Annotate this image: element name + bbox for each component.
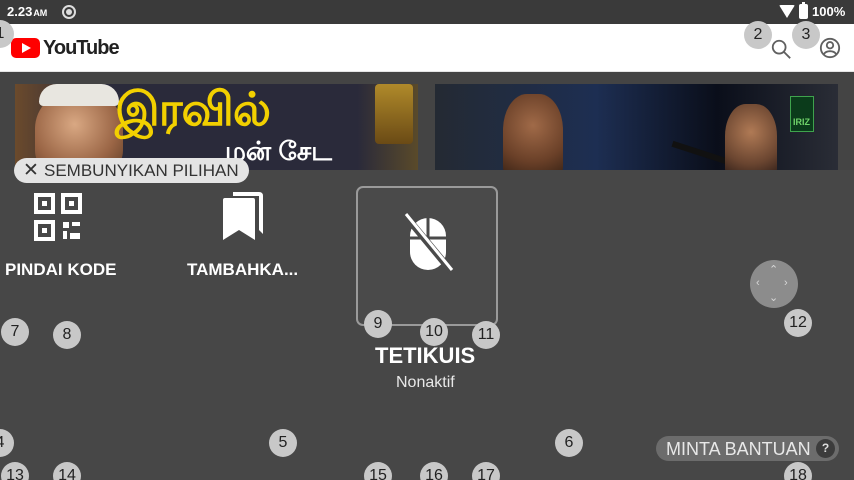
add-bookmark-label[interactable]: TAMBAHKA... — [187, 260, 298, 280]
mouse-off-icon — [402, 212, 454, 274]
close-icon: ✕ — [23, 160, 39, 181]
marker[interactable]: 11 — [472, 321, 500, 349]
marker[interactable]: 7 — [1, 318, 29, 346]
arrow-left-icon: ‹ — [756, 277, 760, 289]
video-thumbnail[interactable]: IRIZ — [435, 84, 838, 170]
marker[interactable]: 10 — [420, 318, 448, 346]
mouse-title: TETIKUIS — [375, 343, 476, 368]
arrow-right-icon: › — [784, 277, 788, 289]
marker[interactable]: 2 — [744, 21, 772, 49]
thumbnail-microphone — [671, 140, 731, 166]
marker[interactable]: 12 — [784, 309, 812, 337]
hide-options-button[interactable]: ✕ SEMBUNYIKAN PILIHAN — [14, 158, 249, 183]
battery-percent: 100% — [812, 4, 846, 19]
status-ampm: AM — [33, 8, 48, 18]
app-bar: YouTube — [0, 24, 854, 72]
arrow-up-icon: ⌃ — [769, 264, 779, 276]
help-icon: ? — [816, 439, 835, 458]
mouse-toggle-button[interactable] — [356, 186, 498, 326]
thumbnail-person — [725, 104, 777, 170]
notification-icon — [62, 5, 76, 19]
account-icon[interactable] — [819, 37, 841, 59]
channel-badge: IRIZ — [790, 96, 814, 132]
wifi-icon — [779, 5, 795, 18]
dpad-icon[interactable]: ⌃ ⌄ ‹ › — [750, 260, 798, 308]
help-button[interactable]: MINTA BANTUAN ? — [656, 436, 839, 461]
thumbnail-person — [503, 94, 563, 170]
channel-badge-text: IRIZ — [793, 117, 810, 127]
hide-options-label: SEMBUNYIKAN PILIHAN — [44, 161, 239, 180]
marker[interactable]: 6 — [555, 429, 583, 457]
marker[interactable]: 8 — [53, 321, 81, 349]
thumbnail-lamp — [375, 84, 413, 144]
marker[interactable]: 3 — [792, 21, 820, 49]
scan-code-label[interactable]: PINDAI KODE — [5, 260, 116, 280]
status-bar: 2.23AM 100% — [0, 0, 854, 24]
thumbnail-title: இரவில் — [115, 84, 271, 135]
marker[interactable]: 9 — [364, 310, 392, 338]
help-label: MINTA BANTUAN — [666, 439, 811, 459]
bookmark-icon[interactable] — [219, 190, 265, 242]
youtube-logo-icon[interactable] — [11, 38, 40, 58]
qr-code-icon[interactable] — [34, 193, 82, 241]
app-name[interactable]: YouTube — [43, 37, 120, 60]
status-time: 2.23AM — [7, 4, 48, 19]
arrow-down-icon: ⌄ — [769, 292, 779, 304]
battery-icon — [799, 2, 808, 19]
mouse-status: Nonaktif — [396, 374, 455, 391]
search-icon[interactable] — [770, 38, 792, 60]
marker[interactable]: 5 — [269, 429, 297, 457]
thumbnail-hair — [39, 84, 119, 106]
